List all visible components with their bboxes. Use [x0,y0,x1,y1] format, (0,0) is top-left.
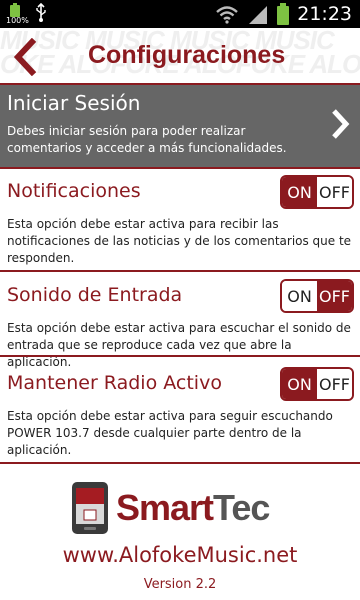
website-link[interactable]: www.AlofokeMusic.net [0,540,360,570]
logo-text: SmartTec [116,486,270,530]
setting-description: Esta opción debe estar activa para segui… [7,409,333,457]
usb-icon [36,3,46,22]
logo-tec: Tec [213,487,270,528]
status-bar: 100% 21:23 [0,0,360,28]
chevron-right-icon [332,109,350,139]
mantener-radio-toggle[interactable]: ON OFF [280,367,354,401]
signal-icon [249,6,268,24]
status-time: 21:23 [297,3,352,25]
toggle-on-label[interactable]: ON [282,369,317,399]
setting-title: Sonido de Entrada [7,284,183,306]
toggle-on-label[interactable]: ON [282,177,317,207]
login-description: Debes iniciar sesión para poder realizar… [7,124,287,155]
wifi-icon [216,6,239,24]
battery-icon [277,3,290,25]
toggle-off-label[interactable]: OFF [317,369,352,399]
page-title: Configuraciones [88,41,286,69]
row-divider [0,167,360,169]
setting-title: Notificaciones [7,180,141,202]
battery-percent-label: 100% [6,16,29,25]
notificaciones-toggle[interactable]: ON OFF [280,175,354,209]
sonido-entrada-toggle[interactable]: ON OFF [280,279,354,313]
toggle-off-label[interactable]: OFF [317,177,352,207]
app-header: MUSIC MUSIC MUSIC MUSIC OKE ALOFOKE ALOF… [0,28,360,84]
setting-description: Esta opción debe estar activa para escuc… [7,321,351,369]
smarttec-phone-logo [72,482,108,534]
login-row[interactable]: Iniciar Sesión Debes iniciar sesión para… [0,85,360,167]
logo-smart: Smart [116,487,214,528]
smarttec-logo: SmartTec [70,480,300,536]
row-divider [0,462,360,464]
toggle-on-label[interactable]: ON [282,281,317,311]
toggle-off-label[interactable]: OFF [317,281,352,311]
setting-description: Esta opción debe estar activa para recib… [7,217,352,265]
back-button[interactable] [8,38,44,76]
setting-title: Mantener Radio Activo [7,372,222,394]
chevron-left-icon [13,38,37,76]
battery-charging-icon: 100% [6,3,29,25]
row-divider [0,270,360,272]
login-title: Iniciar Sesión [7,91,141,115]
row-divider [0,355,360,357]
version-label: Version 2.2 [143,577,217,592]
